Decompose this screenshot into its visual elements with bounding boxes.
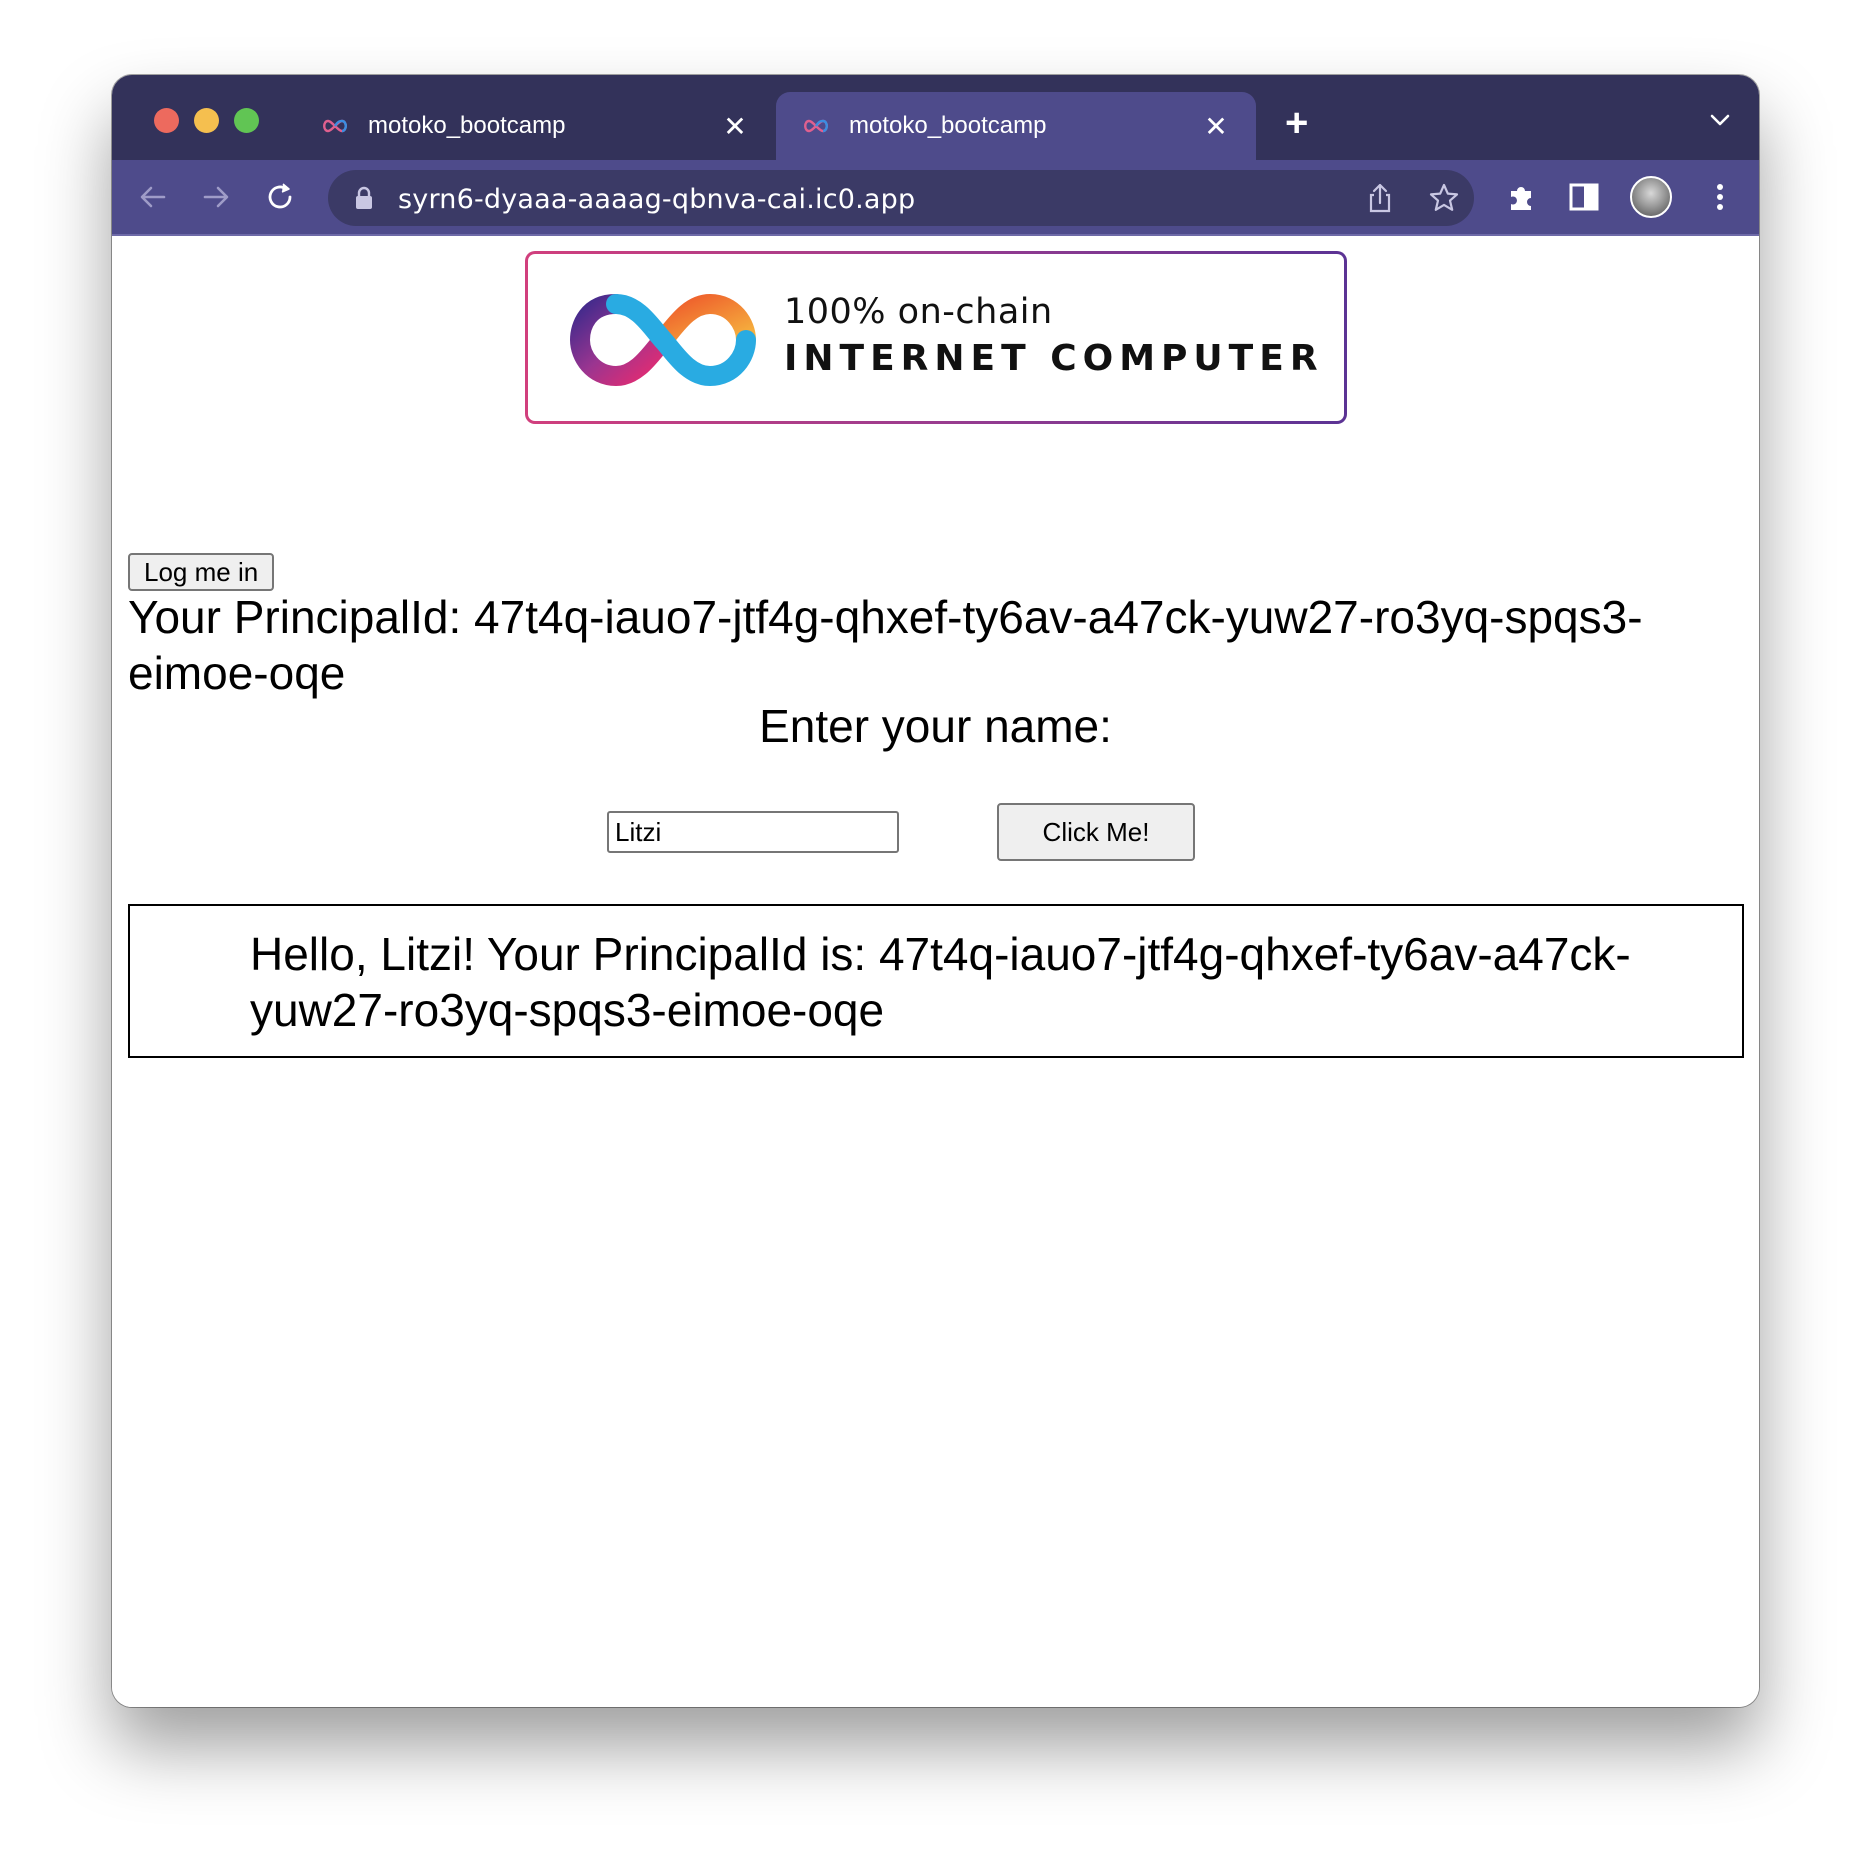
enter-name-label: Enter your name: [759,700,1112,752]
login-button[interactable]: Log me in [128,553,275,591]
banner-brand: INTERNET COMPUTER [784,338,1324,379]
minimize-window-button[interactable] [194,108,219,133]
click-me-button[interactable]: Click Me! [997,803,1195,861]
greeting-output-box: Hello, Litzi! Your PrincipalId is: 47t4q… [128,904,1744,1058]
greeting-text: Hello, Litzi! Your PrincipalId is: 47t4q… [250,928,1631,1036]
chevron-down-icon[interactable] [1709,109,1731,131]
reload-icon[interactable] [263,180,297,214]
back-arrow-icon[interactable] [136,180,170,214]
infinity-favicon-icon [804,119,828,133]
lock-icon[interactable] [354,186,374,210]
zoom-window-button[interactable] [234,108,259,133]
tab-motoko-bootcamp-1[interactable]: motoko_bootcamp ✕ [295,92,775,160]
new-tab-button[interactable]: + [1285,103,1308,143]
infinity-favicon-icon [323,119,347,133]
side-panel-icon[interactable] [1567,180,1601,214]
banner-tagline: 100% on-chain [784,292,1053,332]
name-input[interactable] [607,811,899,853]
tab-motoko-bootcamp-2[interactable]: motoko_bootcamp ✕ [776,92,1256,160]
internet-computer-banner[interactable]: 100% on-chain INTERNET COMPUTER [525,251,1347,424]
more-menu-icon[interactable] [1703,180,1737,214]
forward-arrow-icon[interactable] [199,180,233,214]
tab-title: motoko_bootcamp [849,112,1047,139]
browser-window: motoko_bootcamp ✕ motoko_bootcamp ✕ + sy… [112,75,1759,1707]
infinity-logo-icon [569,293,756,387]
tab-title: motoko_bootcamp [368,112,566,139]
principal-id-text: Your PrincipalId: 47t4q-iauo7-jtf4g-qhxe… [128,591,1643,699]
tab-bar: motoko_bootcamp ✕ motoko_bootcamp ✕ + [112,75,1759,160]
extensions-puzzle-icon[interactable] [1505,180,1539,214]
browser-toolbar: syrn6-dyaaa-aaaag-qbnva-cai.ic0.app [112,160,1759,236]
tab-close-icon[interactable]: ✕ [715,110,755,143]
address-bar[interactable]: syrn6-dyaaa-aaaag-qbnva-cai.ic0.app [328,170,1474,226]
profile-avatar[interactable] [1630,176,1672,218]
bookmark-star-icon[interactable] [1428,182,1460,214]
share-icon[interactable] [1366,182,1394,214]
tab-close-icon[interactable]: ✕ [1196,110,1236,143]
url-text: syrn6-dyaaa-aaaag-qbnva-cai.ic0.app [398,184,916,215]
close-window-button[interactable] [154,108,179,133]
page-content: 100% on-chain INTERNET COMPUTER Log me i… [112,236,1759,1707]
